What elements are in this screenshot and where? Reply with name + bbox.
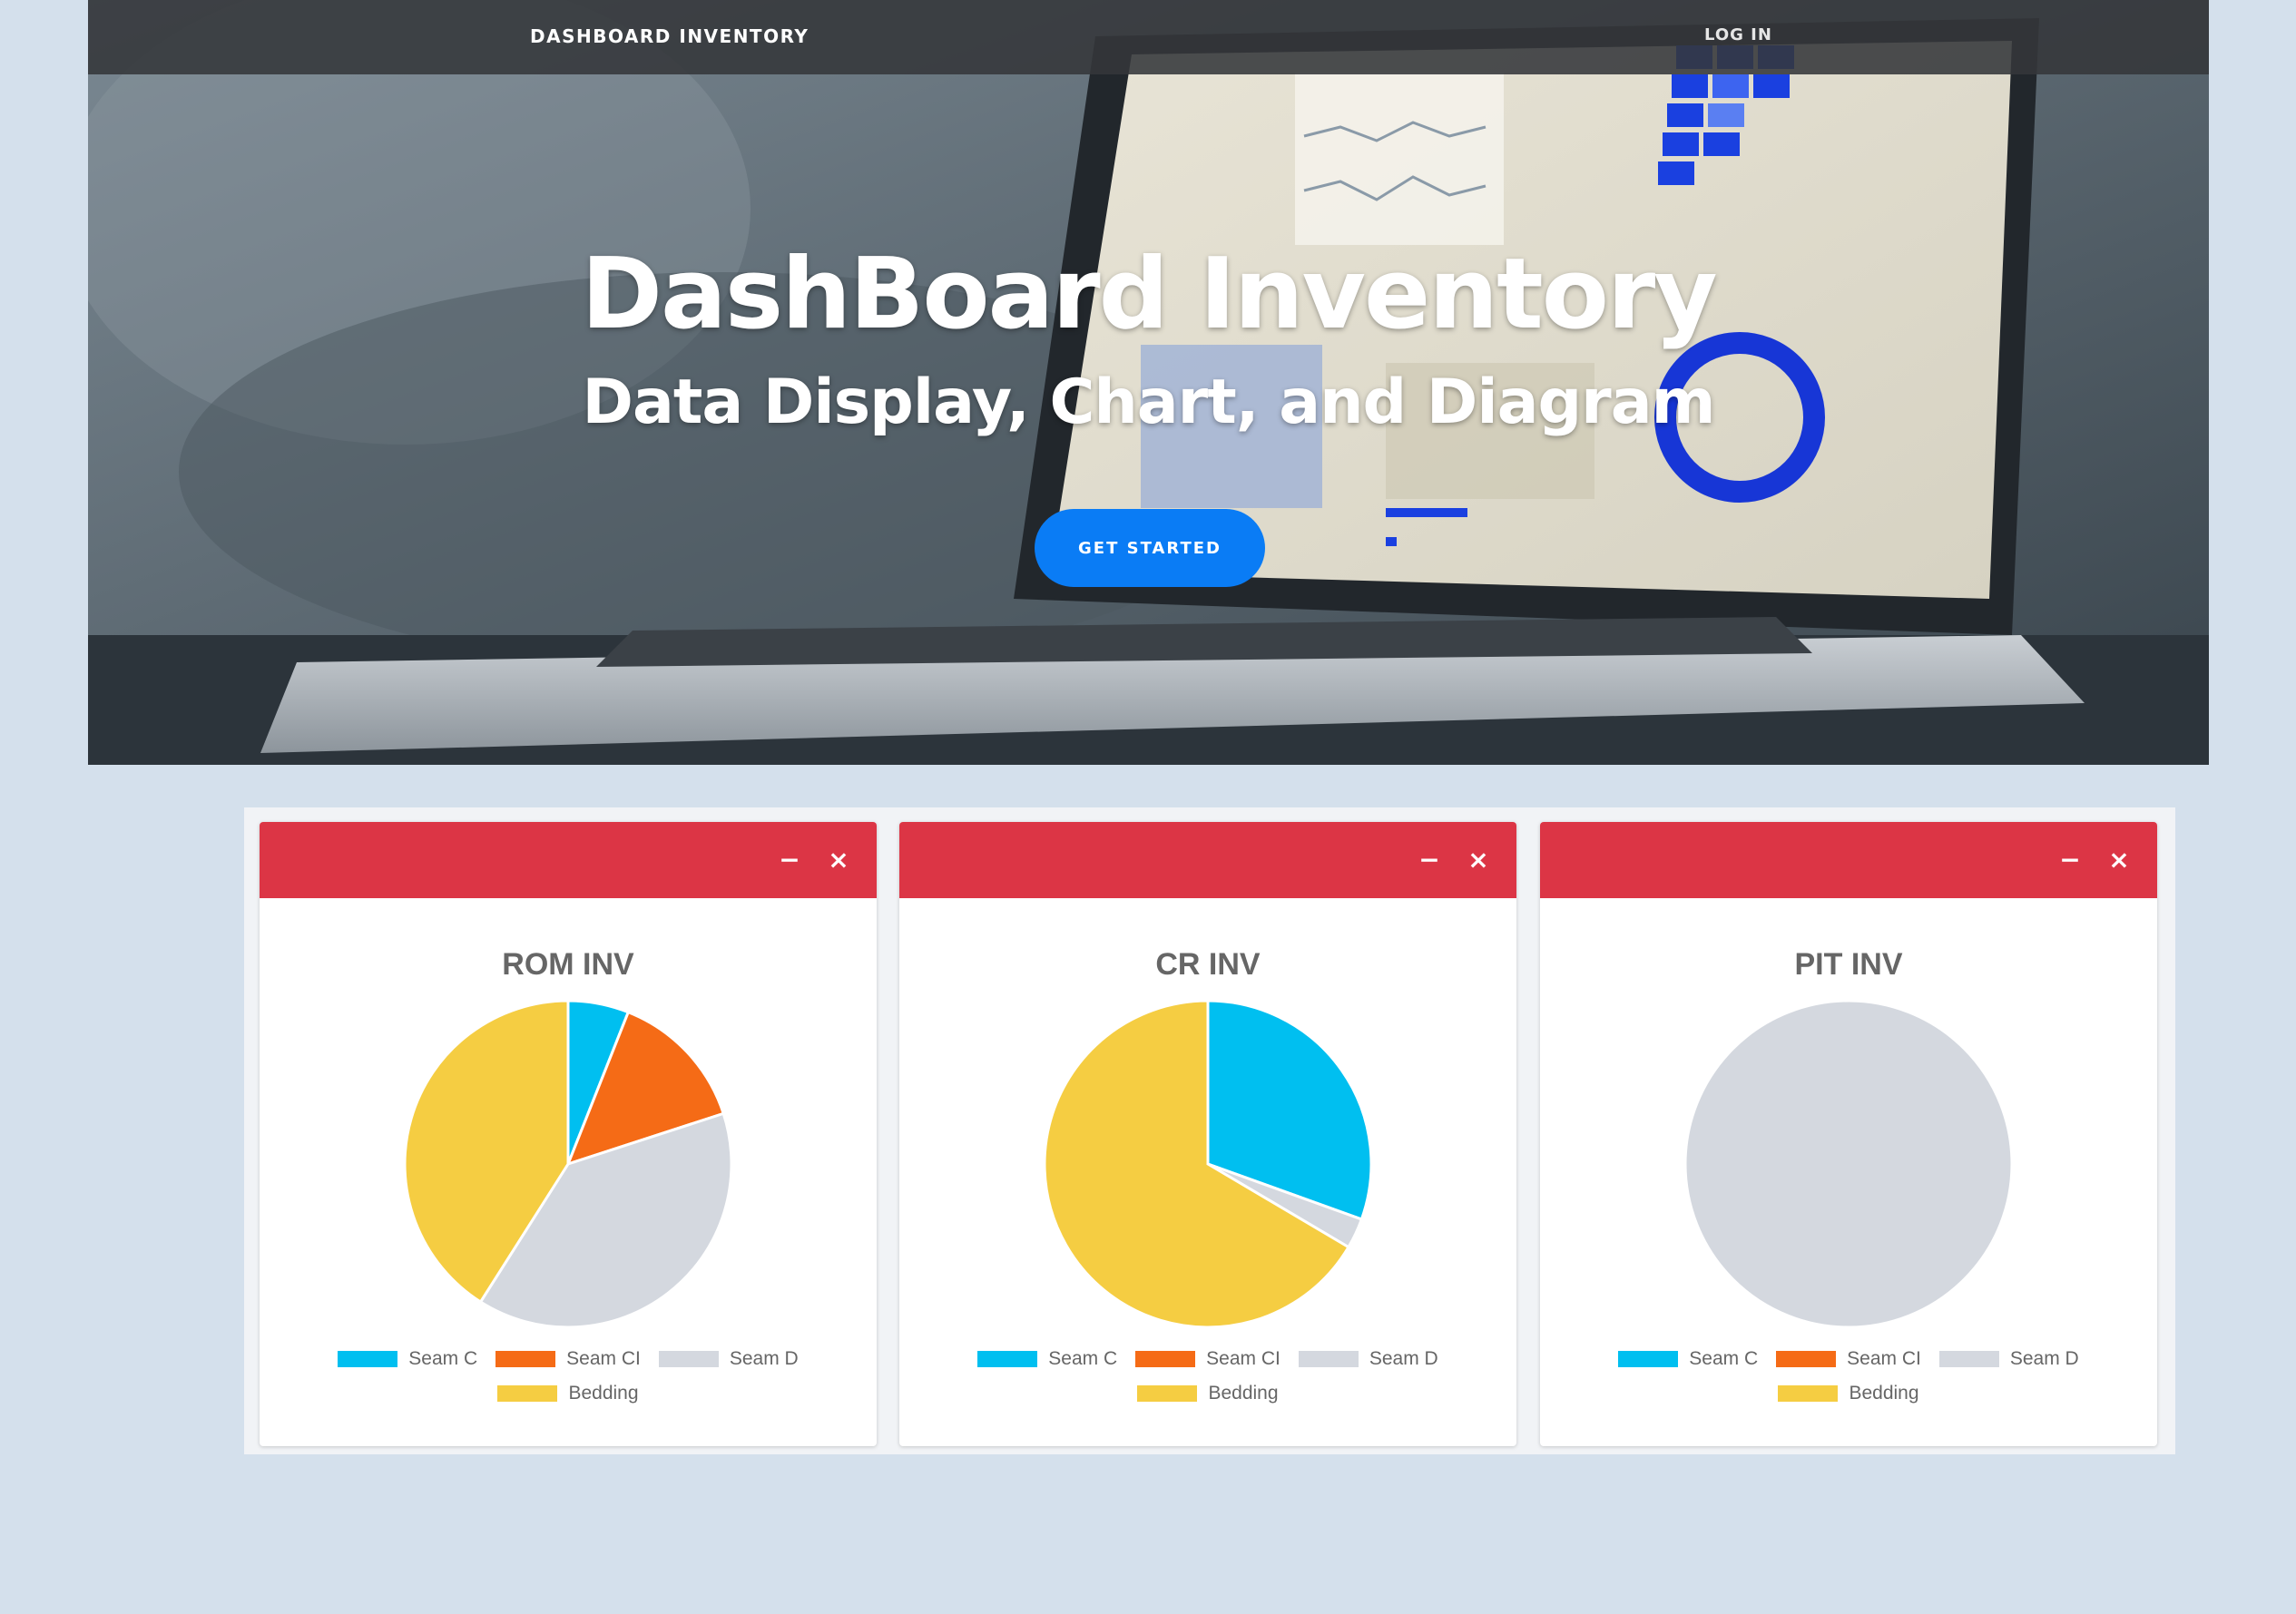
cr-inv-card: − × CR INV Seam C Seam CI Seam D Bedding — [899, 822, 1516, 1446]
legend-item-seam-d[interactable]: Seam D — [1938, 1348, 2079, 1370]
login-link[interactable]: LOG IN — [1704, 25, 1772, 44]
rom-inv-card: − × ROM INV Seam C Seam CI Seam D Beddin… — [260, 822, 877, 1446]
legend-item-bedding[interactable]: Bedding — [1137, 1383, 1279, 1404]
pit-inv-card: − × PIT INV Seam C Seam CI Seam D Beddin… — [1540, 822, 2157, 1446]
brand-link[interactable]: DASHBOARD INVENTORY — [530, 25, 809, 47]
legend-item-seam-ci[interactable]: Seam CI — [1135, 1348, 1280, 1370]
legend-item-seam-ci[interactable]: Seam CI — [496, 1348, 641, 1370]
get-started-button[interactable]: GET STARTED — [1035, 509, 1265, 587]
legend-row-1: Seam C Seam CI Seam D — [1540, 1348, 2157, 1370]
hero-title: DashBoard Inventory — [581, 238, 1717, 351]
legend-item-seam-d[interactable]: Seam D — [1298, 1348, 1438, 1370]
legend-item-seam-c[interactable]: Seam C — [338, 1348, 477, 1370]
legend-row-1: Seam C Seam CI Seam D — [260, 1348, 877, 1370]
top-navbar: DASHBOARD INVENTORY LOG IN — [88, 0, 2209, 74]
hero-subtitle: Data Display, Chart, and Diagram — [582, 367, 1716, 438]
legend-item-seam-ci[interactable]: Seam CI — [1776, 1348, 1921, 1370]
legend-item-bedding[interactable]: Bedding — [497, 1383, 639, 1404]
legend-item-seam-c[interactable]: Seam C — [1618, 1348, 1758, 1370]
legend-item-bedding[interactable]: Bedding — [1778, 1383, 1919, 1404]
legend-row-2: Bedding — [1540, 1383, 2157, 1404]
legend-item-seam-c[interactable]: Seam C — [977, 1348, 1117, 1370]
legend-item-seam-d[interactable]: Seam D — [658, 1348, 799, 1370]
legend-row-2: Bedding — [260, 1383, 877, 1404]
pie-slice-seam-d[interactable] — [1683, 999, 2014, 1329]
chart-panel-area: − × ROM INV Seam C Seam CI Seam D Beddin… — [244, 807, 2175, 1454]
legend-row-1: Seam C Seam CI Seam D — [899, 1348, 1516, 1370]
hero-banner: DASHBOARD INVENTORY LOG IN DashBoard Inv… — [88, 0, 2209, 765]
legend-row-2: Bedding — [899, 1383, 1516, 1404]
